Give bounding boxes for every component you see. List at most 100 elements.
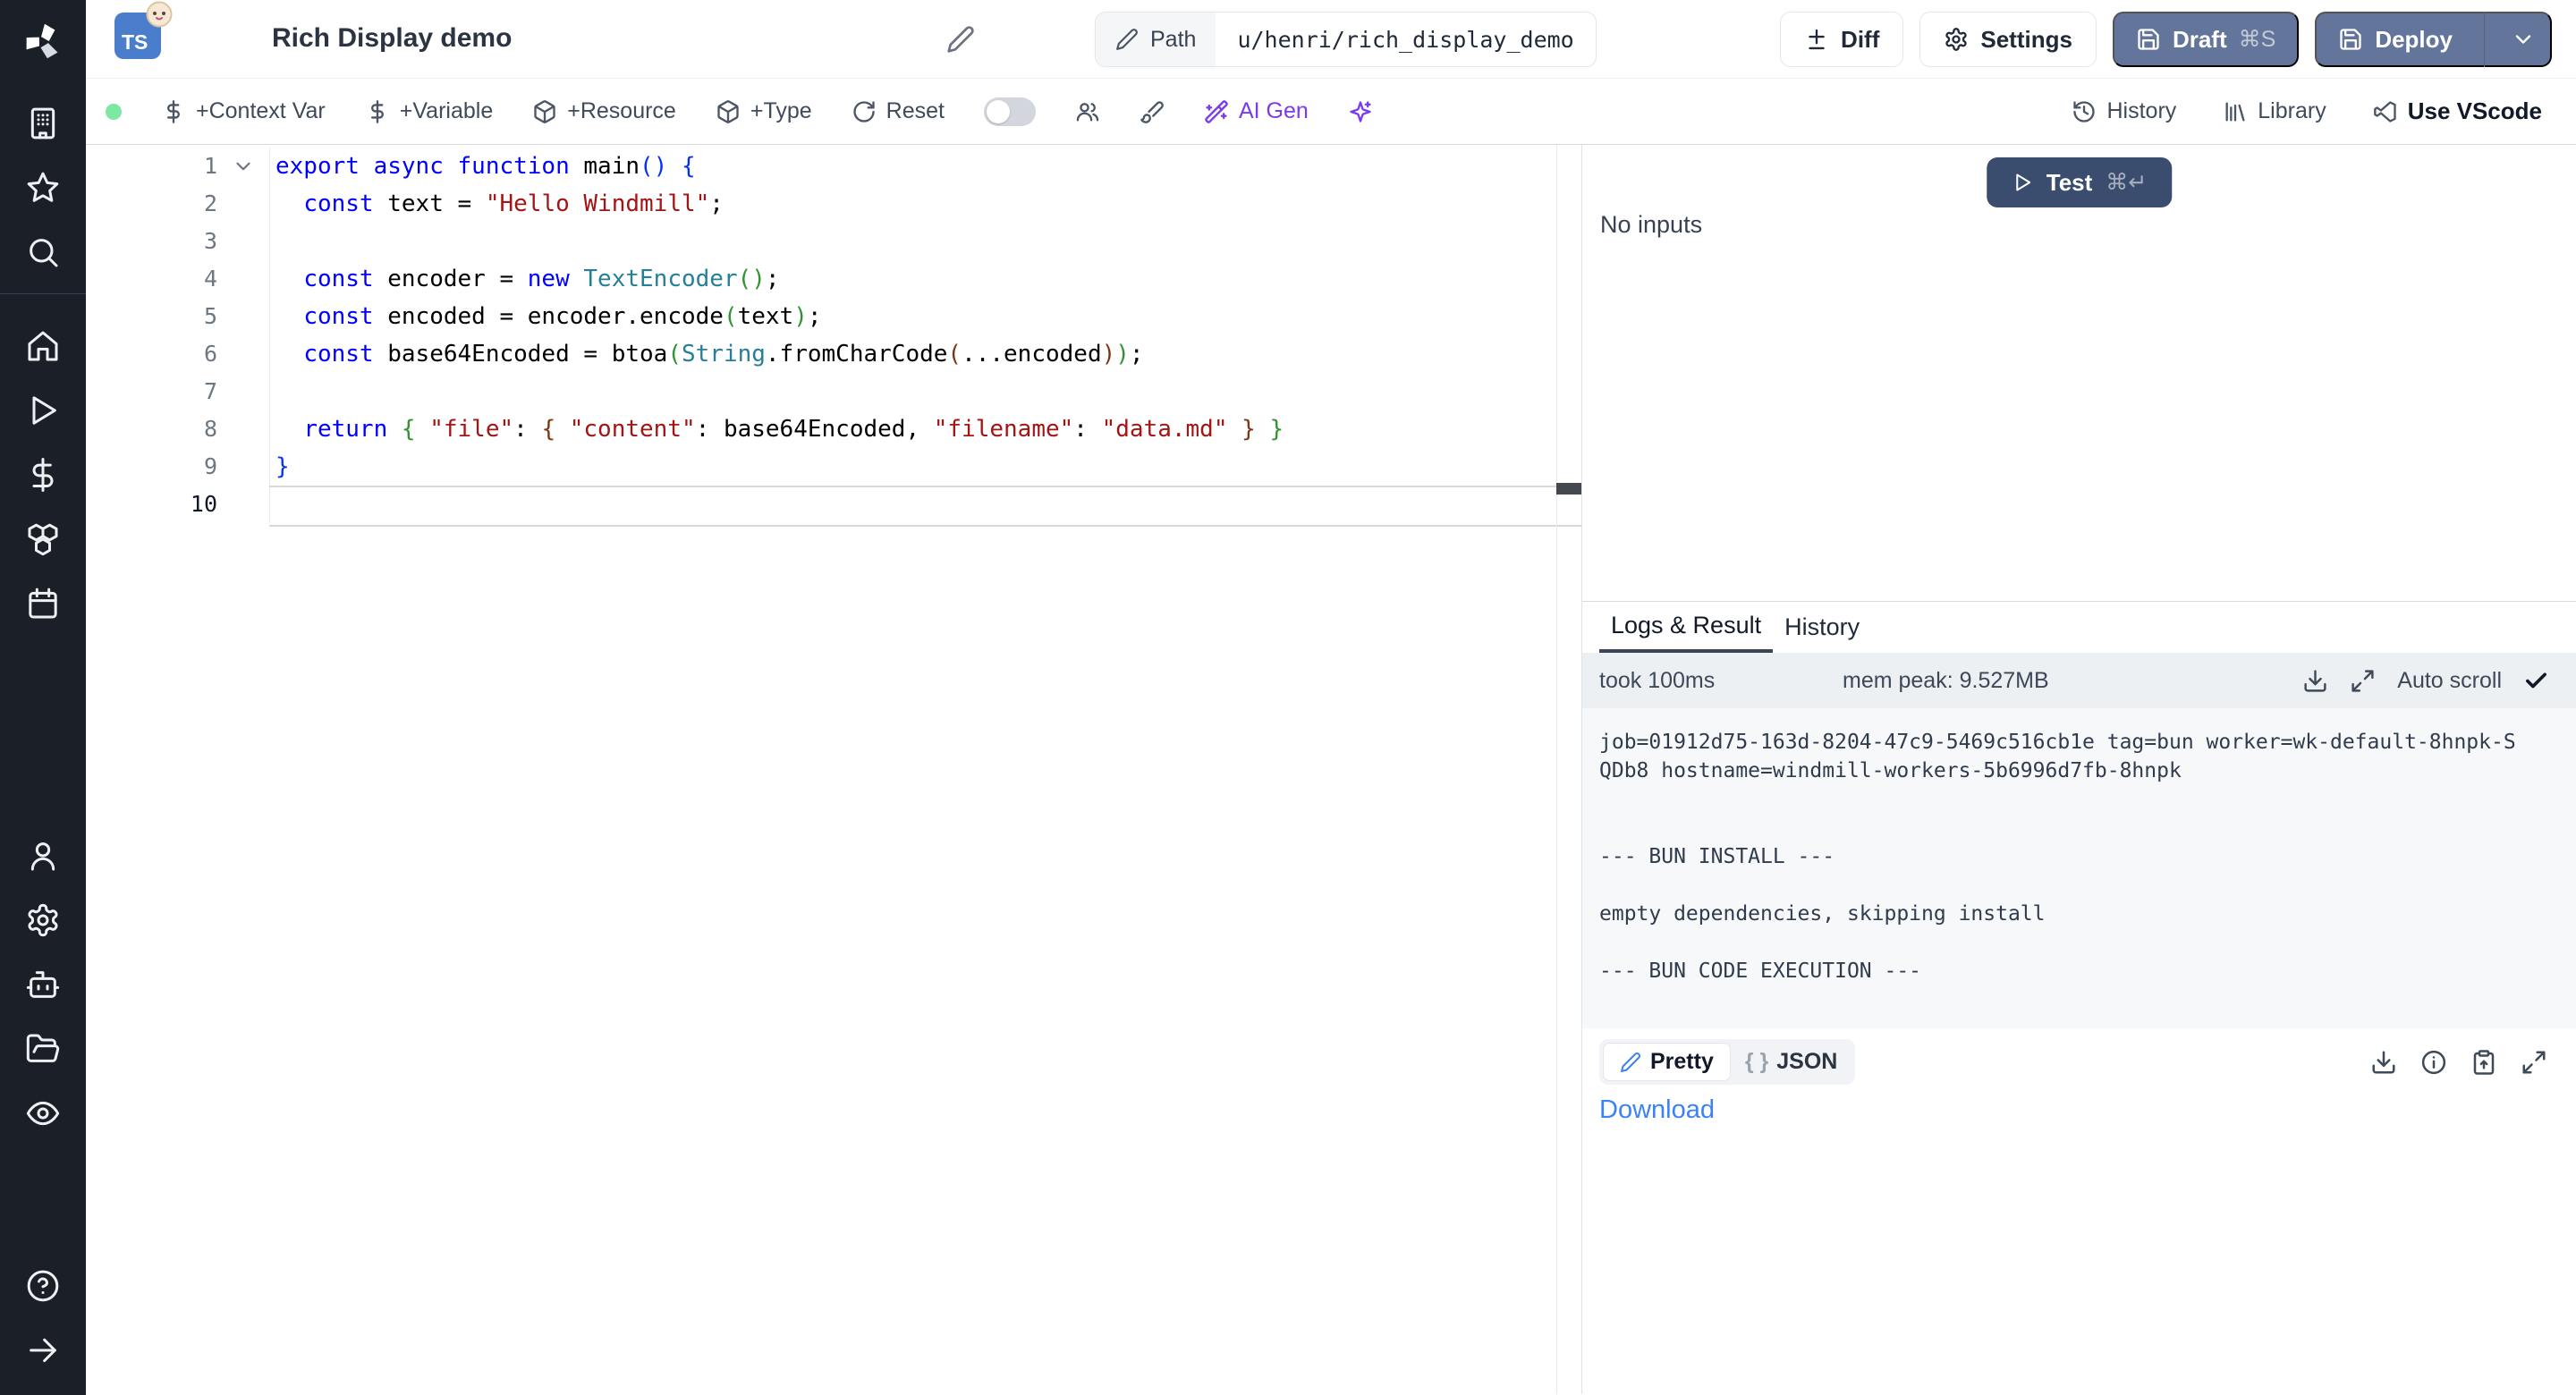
settings-gear-icon[interactable]: [0, 888, 86, 952]
script-path-field[interactable]: Path u/henri/rich_display_demo: [1095, 12, 1597, 67]
ai-gen-button[interactable]: AI Gen: [1204, 98, 1309, 124]
diff-button[interactable]: Diff: [1780, 12, 1903, 67]
runs-play-icon[interactable]: [0, 378, 86, 443]
code-line-4[interactable]: 4 const encoder = new TextEncoder();: [86, 260, 1581, 298]
download-result-link[interactable]: Download: [1599, 1095, 1715, 1125]
scrollbar-cursor-marker: [1556, 483, 1581, 495]
code-line-2[interactable]: 2 const text = "Hello Windmill";: [86, 185, 1581, 223]
code-text: }: [269, 448, 1581, 486]
history-button[interactable]: History: [2072, 98, 2176, 124]
deploy-split-divider: [2484, 12, 2485, 67]
resources-boxes-icon[interactable]: [0, 507, 86, 571]
add-variable-button[interactable]: +Variable: [365, 98, 493, 124]
library-button[interactable]: Library: [2223, 98, 2326, 124]
folders-icon[interactable]: [0, 1017, 86, 1081]
code-line-8[interactable]: 8 return { "file": { "content": base64En…: [86, 410, 1581, 448]
workspace-building-icon[interactable]: [0, 91, 86, 156]
fold-chevron-icon[interactable]: [217, 148, 269, 185]
line-number: 5: [86, 298, 217, 335]
deploy-dropdown-button[interactable]: [2496, 27, 2550, 52]
fold-gutter: [217, 373, 269, 410]
fold-gutter: [217, 223, 269, 260]
multiplayer-users-icon[interactable]: [1075, 99, 1100, 124]
windmill-logo-icon[interactable]: [22, 20, 64, 61]
draft-shortcut: ⌘S: [2239, 26, 2276, 53]
wand-icon: [1204, 99, 1229, 124]
code-text: return { "file": { "content": base64Enco…: [269, 410, 1581, 448]
add-type-button[interactable]: +Type: [716, 98, 812, 124]
reset-button[interactable]: Reset: [852, 98, 945, 124]
use-vscode-button[interactable]: Use VScode: [2373, 97, 2542, 125]
draft-button[interactable]: Draft ⌘S: [2113, 12, 2299, 67]
history-clock-icon: [2072, 99, 2097, 124]
settings-button[interactable]: Settings: [1919, 12, 2097, 67]
expand-logs-icon[interactable]: [2350, 668, 2376, 694]
result-section: Pretty { } JSON Download: [1582, 1028, 2576, 1394]
deploy-button[interactable]: Deploy: [2315, 12, 2552, 67]
code-text: [269, 486, 1581, 523]
content-split: 1export async function main() {2 const t…: [86, 145, 2576, 1394]
workers-robot-icon[interactable]: [0, 952, 86, 1017]
code-line-3[interactable]: 3: [86, 223, 1581, 260]
format-brush-icon[interactable]: [1140, 99, 1165, 124]
download-result-icon[interactable]: [2370, 1049, 2397, 1076]
toggle-knob: [987, 100, 1010, 123]
json-view-button[interactable]: { } JSON: [1731, 1044, 1852, 1080]
info-icon[interactable]: [2420, 1049, 2447, 1076]
code-line-7[interactable]: 7: [86, 373, 1581, 410]
save-icon: [2338, 27, 2363, 52]
audit-eye-icon[interactable]: [0, 1081, 86, 1146]
favorites-star-icon[interactable]: [0, 156, 86, 220]
add-context-var-button[interactable]: +Context Var: [161, 98, 326, 124]
tab-history[interactable]: History: [1773, 602, 1871, 653]
main-area: TS Rich Display demo Path u/henri/rich_d…: [86, 0, 2576, 1395]
no-inputs-label: No inputs: [1600, 211, 1702, 239]
fold-gutter: [217, 185, 269, 223]
expand-result-icon[interactable]: [2521, 1049, 2547, 1076]
save-icon: [2136, 27, 2161, 52]
line-number: 9: [86, 448, 217, 486]
autoscroll-check-icon[interactable]: [2523, 668, 2549, 694]
variables-dollar-icon[interactable]: [0, 443, 86, 507]
top-bar: TS Rich Display demo Path u/henri/rich_d…: [86, 0, 2576, 79]
code-text: [269, 373, 1581, 410]
add-resource-button[interactable]: +Resource: [532, 98, 676, 124]
code-text: [269, 223, 1581, 260]
diff-icon: [1804, 27, 1829, 52]
chevron-down-icon: [2511, 27, 2536, 52]
line-number: 1: [86, 148, 217, 185]
tab-logs-result[interactable]: Logs & Result: [1599, 602, 1773, 653]
copy-clipboard-icon[interactable]: [2470, 1049, 2497, 1076]
pretty-view-button[interactable]: Pretty: [1603, 1043, 1731, 1081]
code-line-6[interactable]: 6 const base64Encoded = btoa(String.from…: [86, 335, 1581, 373]
mem-peak-label: mem peak: 9.527MB: [1843, 668, 2302, 694]
code-editor[interactable]: 1export async function main() {2 const t…: [86, 145, 1581, 1394]
test-section: Test ⌘↵ No inputs: [1582, 145, 2576, 601]
users-person-icon[interactable]: [0, 824, 86, 888]
path-edit-button[interactable]: Path: [1096, 13, 1216, 66]
search-icon[interactable]: [0, 220, 86, 284]
path-value[interactable]: u/henri/rich_display_demo: [1216, 13, 1595, 66]
fold-gutter: [217, 298, 269, 335]
fold-gutter: [217, 410, 269, 448]
edit-summary-pencil-icon[interactable]: [946, 25, 975, 54]
code-text: const encoded = encoder.encode(text);: [269, 298, 1581, 335]
code-line-5[interactable]: 5 const encoded = encoder.encode(text);: [86, 298, 1581, 335]
autoscroll-label[interactable]: Auto scroll: [2397, 668, 2502, 694]
result-view-switch: Pretty { } JSON: [1599, 1039, 1855, 1085]
expand-sidebar-arrow-icon[interactable]: [0, 1318, 86, 1382]
code-text: const base64Encoded = btoa(String.fromCh…: [269, 335, 1581, 373]
test-button[interactable]: Test ⌘↵: [1987, 157, 2172, 207]
package-icon: [716, 99, 741, 124]
home-icon[interactable]: [0, 314, 86, 378]
diff-mode-toggle[interactable]: [984, 97, 1036, 126]
download-logs-icon[interactable]: [2302, 668, 2328, 694]
code-line-1[interactable]: 1export async function main() {: [86, 148, 1581, 185]
schedules-calendar-icon[interactable]: [0, 571, 86, 636]
code-line-9[interactable]: 9}: [86, 448, 1581, 486]
code-line-10[interactable]: 10: [86, 486, 1581, 523]
rotate-cw-icon: [852, 99, 877, 124]
fold-gutter: [217, 260, 269, 298]
help-icon[interactable]: [0, 1254, 86, 1318]
sparkles-icon[interactable]: [1348, 99, 1373, 124]
